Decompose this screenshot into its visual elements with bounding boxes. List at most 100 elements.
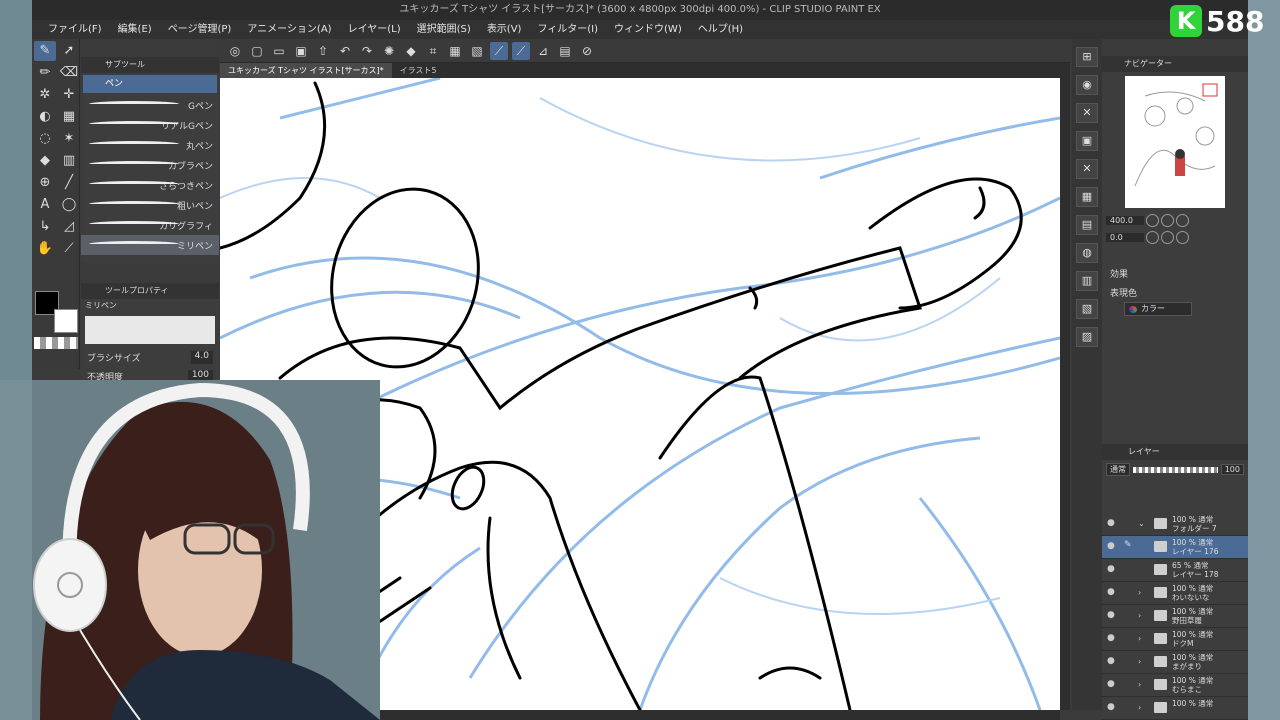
- visibility-eye-icon[interactable]: ●: [1107, 565, 1115, 574]
- hand-tool-icon[interactable]: ✋: [34, 239, 56, 259]
- menu-edit[interactable]: 編集(E): [110, 20, 160, 39]
- visibility-eye-icon[interactable]: ●: [1107, 519, 1115, 528]
- invert-icon[interactable]: ▧: [468, 42, 486, 60]
- settings-icon[interactable]: ▤: [556, 42, 574, 60]
- balloon-tool-icon[interactable]: ◯: [58, 195, 80, 215]
- redo-icon[interactable]: ↷: [358, 42, 376, 60]
- horizontal-scrollbar[interactable]: [380, 710, 1060, 720]
- layer-item[interactable]: ● ⌄ 100 % 通常 フォルダー 7: [1102, 513, 1248, 536]
- rotate-left-icon[interactable]: [1146, 231, 1159, 244]
- brush-item[interactable]: さらつきペン: [81, 175, 219, 195]
- eraser-tool-icon[interactable]: ⌫: [58, 63, 80, 83]
- menu-layer[interactable]: レイヤー(L): [340, 20, 409, 39]
- menu-page[interactable]: ページ管理(P): [160, 20, 240, 39]
- zoom-in-icon[interactable]: [1161, 214, 1174, 227]
- zoom-out-icon[interactable]: [1146, 214, 1159, 227]
- visibility-eye-icon[interactable]: ●: [1107, 611, 1115, 620]
- clear-icon[interactable]: ✺: [380, 42, 398, 60]
- sub-view-dock-icon[interactable]: ✕: [1076, 103, 1098, 123]
- close-dock-icon[interactable]: ✕: [1076, 159, 1098, 179]
- opacity-slider[interactable]: [1133, 466, 1218, 473]
- lasso-tool-icon[interactable]: ◌: [34, 129, 56, 149]
- visibility-eye-icon[interactable]: ●: [1107, 657, 1115, 666]
- folder-expand-icon[interactable]: ›: [1138, 657, 1141, 666]
- visibility-eye-icon[interactable]: ●: [1107, 703, 1115, 712]
- snap-ruler-icon[interactable]: ⟋: [490, 41, 508, 60]
- pen-tool-icon[interactable]: ✎: [34, 41, 56, 61]
- sub-color-swatch[interactable]: [54, 309, 78, 333]
- vertical-scrollbar[interactable]: [1060, 78, 1070, 710]
- decoration-tool-icon[interactable]: ✲: [34, 85, 56, 105]
- canvas-tab[interactable]: イラスト5: [392, 63, 445, 78]
- layer-item-selected[interactable]: ● ✎ 100 % 通常 レイヤー 176: [1102, 536, 1248, 559]
- clip-studio-icon[interactable]: ◎: [226, 42, 244, 60]
- layer-item[interactable]: ● 65 % 通常 レイヤー 178: [1102, 559, 1248, 582]
- menu-animation[interactable]: アニメーション(A): [239, 20, 339, 39]
- menu-file[interactable]: ファイル(F): [40, 20, 110, 39]
- navigator-dock-icon[interactable]: ⊞: [1076, 47, 1098, 67]
- menu-filter[interactable]: フィルター(I): [529, 20, 606, 39]
- folder-expand-icon[interactable]: ⌄: [1138, 519, 1145, 528]
- brush-item[interactable]: リアルGペン: [81, 115, 219, 135]
- layer-item[interactable]: ● › 100 % 通常: [1102, 697, 1248, 720]
- folder-expand-icon[interactable]: ›: [1138, 634, 1141, 643]
- assist-icon[interactable]: ⊘: [578, 42, 596, 60]
- visibility-eye-icon[interactable]: ●: [1107, 680, 1115, 689]
- expression-color-select[interactable]: カラー: [1124, 302, 1192, 316]
- rotate-right-icon[interactable]: [1161, 231, 1174, 244]
- brush-size-value[interactable]: 4.0: [190, 351, 213, 364]
- new-file-icon[interactable]: ▢: [248, 42, 266, 60]
- material-dock-icon[interactable]: ▣: [1076, 131, 1098, 151]
- brush-item[interactable]: Gペン: [81, 95, 219, 115]
- blend-tool-icon[interactable]: ◐: [34, 107, 56, 127]
- folder-expand-icon[interactable]: ›: [1138, 611, 1141, 620]
- text-tool-icon[interactable]: A: [34, 195, 56, 215]
- layer-item[interactable]: ● › 100 % 通常 まがまり: [1102, 651, 1248, 674]
- menu-selection[interactable]: 選択範囲(S): [409, 20, 479, 39]
- layer-item[interactable]: ● › 100 % 通常 むらまこ: [1102, 674, 1248, 697]
- rotation-value[interactable]: 0.0: [1106, 233, 1144, 242]
- brush-item[interactable]: 丸ペン: [81, 135, 219, 155]
- menu-help[interactable]: ヘルプ(H): [690, 20, 751, 39]
- layer-property-dock-icon[interactable]: ▥: [1076, 271, 1098, 291]
- brush-size-row[interactable]: ブラシサイズ 4.0: [81, 348, 219, 367]
- fill-tool-icon[interactable]: ◆: [34, 151, 56, 171]
- folder-expand-icon[interactable]: ›: [1138, 680, 1141, 689]
- line-tool-icon[interactable]: ╱: [58, 173, 80, 193]
- brush-item[interactable]: 粗いペン: [81, 195, 219, 215]
- undo-icon[interactable]: ↶: [336, 42, 354, 60]
- ruler-tool-icon[interactable]: ◿: [58, 217, 80, 237]
- open-icon[interactable]: ▭: [270, 42, 288, 60]
- zoom-value[interactable]: 400.0: [1106, 216, 1144, 225]
- layer-opacity-value[interactable]: 100: [1220, 464, 1244, 475]
- brush-item[interactable]: カブラペン: [81, 155, 219, 175]
- frame-tool-icon[interactable]: ▦: [58, 107, 80, 127]
- visibility-eye-icon[interactable]: ●: [1107, 588, 1115, 597]
- transparent-color-swatch[interactable]: [34, 337, 78, 349]
- color-wheel-dock-icon[interactable]: ◍: [1076, 243, 1098, 263]
- transform-icon[interactable]: ⌗: [424, 42, 442, 60]
- search-dock-icon[interactable]: ◉: [1076, 75, 1098, 95]
- folder-expand-icon[interactable]: ›: [1138, 588, 1141, 597]
- layer-item[interactable]: ● › 100 % 通常 ドクM: [1102, 628, 1248, 651]
- blend-mode-select[interactable]: 通常: [1106, 463, 1130, 476]
- snap-grid-icon[interactable]: ⊿: [534, 42, 552, 60]
- eyedropper-tool-icon[interactable]: ⟋: [58, 239, 80, 259]
- gradient-tool-icon[interactable]: ▥: [58, 151, 80, 171]
- flip-icon[interactable]: [1176, 231, 1189, 244]
- brush-item-selected[interactable]: ミリペン: [81, 235, 219, 255]
- menu-window[interactable]: ウィンドウ(W): [606, 20, 690, 39]
- operation-tool-icon[interactable]: ➚: [58, 41, 80, 61]
- zoom-tool-icon[interactable]: ⊕: [34, 173, 56, 193]
- export-icon[interactable]: ⇧: [314, 42, 332, 60]
- deselect-icon[interactable]: ▦: [446, 42, 464, 60]
- auto-select-icon[interactable]: ✶: [58, 129, 80, 149]
- info-dock-icon[interactable]: ▧: [1076, 299, 1098, 319]
- subtool-group-tab[interactable]: ペン: [83, 75, 217, 93]
- correct-line-tool-icon[interactable]: ↳: [34, 217, 56, 237]
- pencil-tool-icon[interactable]: ✏: [34, 63, 56, 83]
- auto-action-dock-icon[interactable]: ▨: [1076, 327, 1098, 347]
- history-dock-icon[interactable]: ▤: [1076, 215, 1098, 235]
- layer-item[interactable]: ● › 100 % 通常 わいないな: [1102, 582, 1248, 605]
- visibility-eye-icon[interactable]: ●: [1107, 634, 1115, 643]
